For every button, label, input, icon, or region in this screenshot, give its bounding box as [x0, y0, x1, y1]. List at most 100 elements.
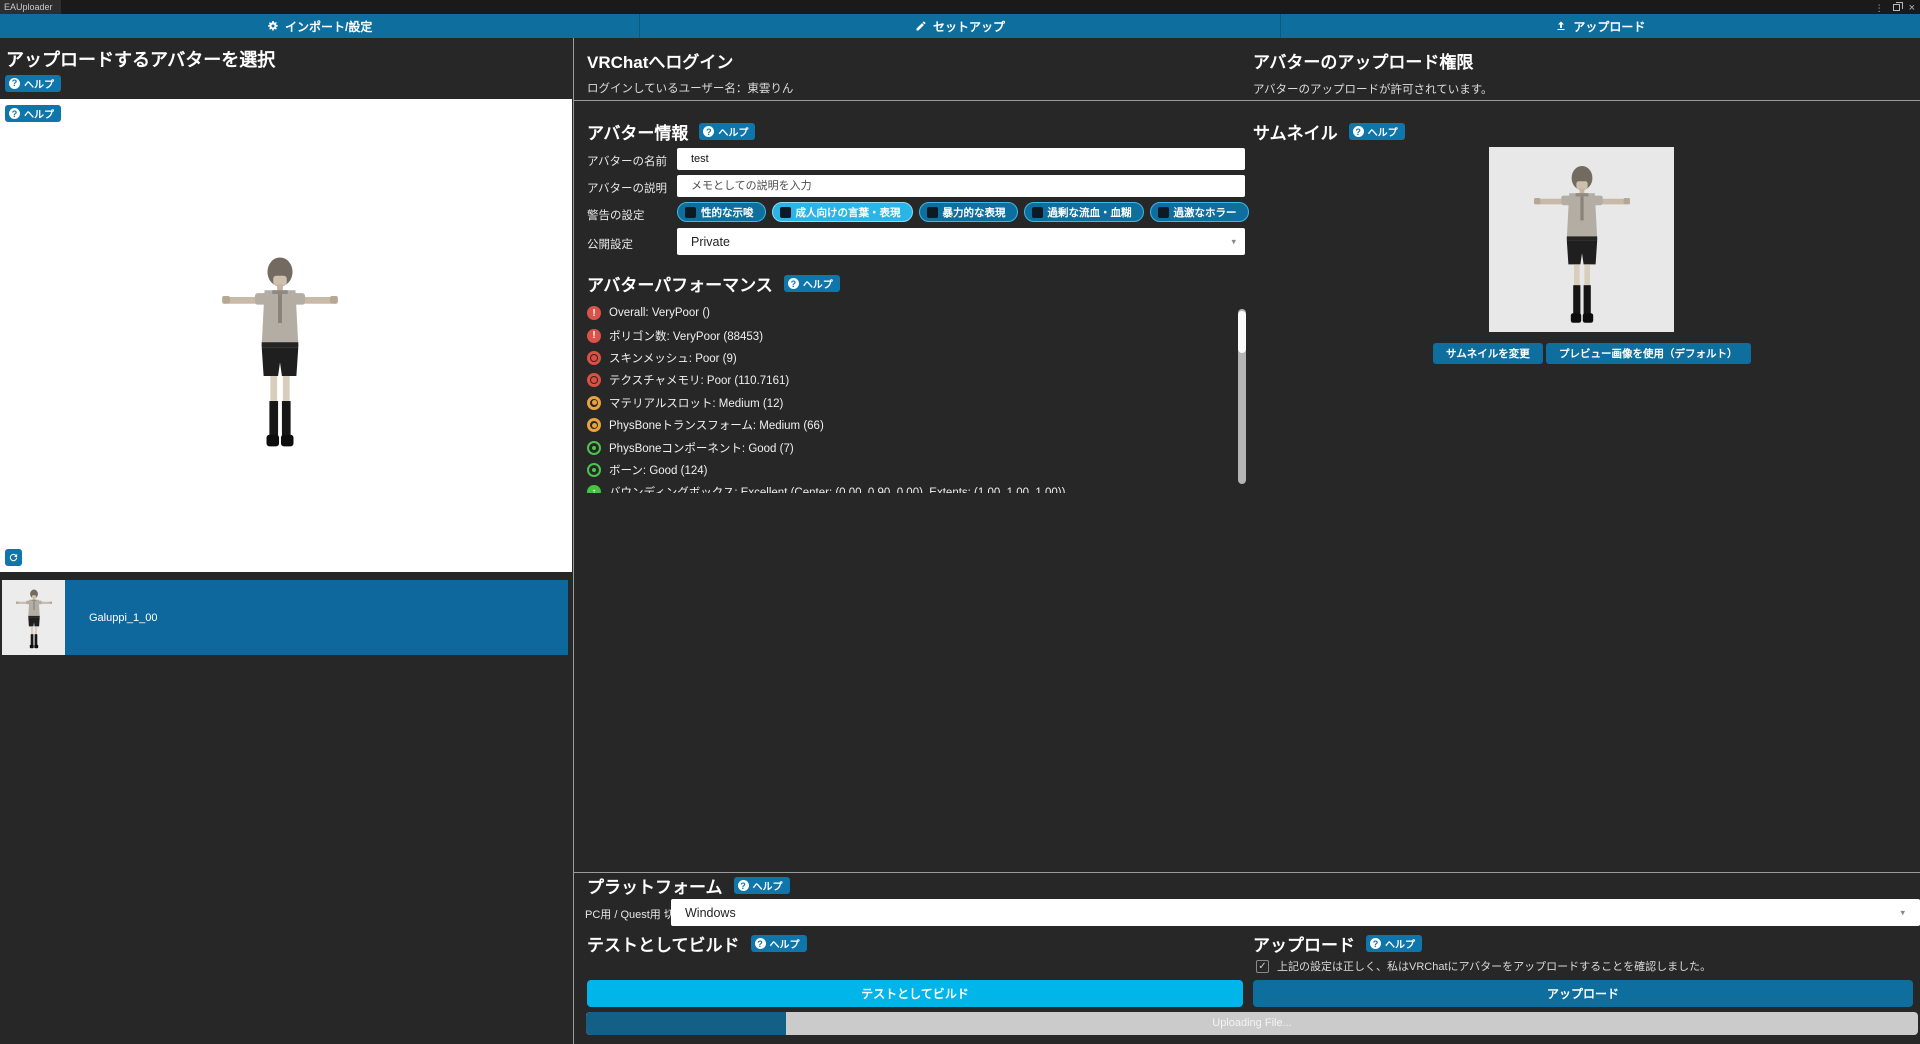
thumbnail-help-button[interactable]: ? ヘルプ: [1349, 123, 1405, 140]
tab-upload[interactable]: アップロード: [1281, 14, 1920, 38]
login-section-title: VRChatへログイン: [587, 48, 733, 73]
left-panel-title: アップロードするアバターを選択: [6, 46, 275, 72]
refresh-preview-button[interactable]: [5, 549, 22, 566]
question-icon: ?: [788, 278, 799, 289]
performance-row: テクスチャメモリ: Poor (110.7161): [587, 369, 1232, 391]
platform-select[interactable]: Windows: [671, 899, 1920, 926]
help-label: ヘルプ: [24, 106, 54, 121]
gear-icon: [267, 20, 279, 32]
performance-row: ポリゴン数: VeryPoor (88453): [587, 324, 1232, 346]
checkbox-icon: [1158, 207, 1169, 218]
avatar-info-title: アバター情報: [587, 119, 688, 144]
chevron-down-icon: [1900, 907, 1905, 918]
left-help-button[interactable]: ? ヘルプ: [5, 75, 61, 92]
upload-help-button[interactable]: ? ヘルプ: [1366, 935, 1422, 952]
platform-help-button[interactable]: ? ヘルプ: [734, 877, 790, 894]
warning-pill-violence[interactable]: 暴力的な表現: [919, 202, 1018, 222]
question-icon: ?: [738, 880, 749, 891]
rating-good-icon: [587, 441, 601, 455]
rating-excellent-icon: [587, 485, 601, 493]
warning-pill-adult-language[interactable]: 成人向けの言葉・表現: [772, 202, 913, 222]
use-preview-image-button[interactable]: プレビュー画像を使用（デフォルト）: [1546, 343, 1751, 364]
change-thumbnail-button[interactable]: サムネイルを変更: [1433, 343, 1543, 364]
avatar-list-thumbnail: [2, 580, 65, 655]
rating-poor-icon: [587, 373, 601, 387]
permission-subtitle: アバターのアップロードが許可されています。: [1253, 81, 1493, 97]
chevron-down-icon: [1231, 236, 1236, 247]
performance-row: スキンメッシュ: Poor (9): [587, 347, 1232, 369]
left-panel-divider: [573, 38, 574, 1044]
avatar-list-item[interactable]: Galuppi_1_00: [2, 580, 568, 655]
thumbnail-image: [1489, 147, 1674, 332]
platform-value: Windows: [685, 906, 736, 920]
performance-list: Overall: VeryPoor () ポリゴン数: VeryPoor (88…: [587, 302, 1232, 493]
avatar-list-item-body: Galuppi_1_00: [65, 580, 568, 655]
avatar-name-label: アバターの名前: [587, 153, 667, 169]
build-as-test-button[interactable]: テストとしてビルド: [587, 980, 1243, 1007]
warning-pill-gore[interactable]: 過剰な流血・血糊: [1024, 202, 1144, 222]
performance-section-title: アバターパフォーマンス: [587, 271, 773, 296]
warning-pill-sexual[interactable]: 性的な示唆: [677, 202, 766, 222]
question-icon: ?: [1370, 938, 1381, 949]
rating-verypoor-icon: [587, 306, 601, 320]
performance-row: ボーン: Good (124): [587, 459, 1232, 481]
warning-pill-horror[interactable]: 過激なホラー: [1150, 202, 1249, 222]
restore-icon[interactable]: [1893, 4, 1900, 11]
avatar-thumb-image: [16, 585, 52, 651]
progress-status-text: Uploading File...: [586, 1012, 1918, 1035]
build-help-button[interactable]: ? ヘルプ: [751, 935, 807, 952]
warning-settings-label: 警告の設定: [587, 207, 645, 223]
visibility-value: Private: [691, 235, 730, 249]
confirm-checkbox[interactable]: [1256, 960, 1269, 973]
visibility-select[interactable]: Private: [677, 228, 1245, 255]
window-title: EAUploader: [4, 2, 53, 12]
avatar-preview-area: ? ヘルプ: [0, 99, 572, 572]
help-label: ヘルプ: [770, 936, 800, 951]
avatar-list-item-label: Galuppi_1_00: [89, 612, 158, 624]
help-label: ヘルプ: [803, 276, 833, 291]
upload-progress-bar: Uploading File...: [586, 1012, 1918, 1035]
performance-text: ボーン: Good (124): [609, 462, 708, 478]
performance-text: スキンメッシュ: Poor (9): [609, 350, 737, 366]
upload-button[interactable]: アップロード: [1253, 980, 1913, 1007]
logged-in-user-line: ログインしているユーザー名：東雲りん: [587, 80, 793, 96]
help-label: ヘルプ: [753, 878, 783, 893]
build-section-title: テストとしてビルド: [587, 931, 740, 956]
upload-icon: [1555, 20, 1567, 32]
tab-import-settings[interactable]: インポート/設定: [0, 14, 640, 38]
avatar-thumbnail-render: [1534, 154, 1630, 330]
login-section-divider: [573, 100, 1920, 101]
performance-text: PhysBoneトランスフォーム: Medium (66): [609, 417, 824, 433]
performance-text: マテリアルスロット: Medium (12): [609, 395, 783, 411]
performance-text: テクスチャメモリ: Poor (110.7161): [609, 372, 789, 388]
tab-upload-label: アップロード: [1573, 18, 1645, 35]
pen-icon: [915, 20, 927, 32]
thumbnail-section-title: サムネイル: [1253, 119, 1338, 144]
permission-title: アバターのアップロード権限: [1253, 48, 1473, 73]
question-icon: ?: [9, 78, 20, 89]
performance-scrollbar-thumb[interactable]: [1238, 311, 1246, 353]
confirm-text: 上記の設定は正しく、私はVRChatにアバターをアップロードすることを確認しまし…: [1277, 958, 1711, 974]
tab-import-label: インポート/設定: [285, 18, 372, 35]
performance-help-button[interactable]: ? ヘルプ: [784, 275, 840, 292]
window-controls: [1875, 0, 1915, 14]
performance-text: ポリゴン数: VeryPoor (88453): [609, 328, 763, 344]
preview-help-button[interactable]: ? ヘルプ: [5, 105, 61, 122]
performance-scrollbar[interactable]: [1238, 309, 1246, 484]
window-title-tab[interactable]: EAUploader: [0, 0, 61, 14]
performance-text: PhysBoneコンポーネント: Good (7): [609, 440, 794, 456]
question-icon: ?: [9, 108, 20, 119]
upload-confirm-row: 上記の設定は正しく、私はVRChatにアバターをアップロードすることを確認しまし…: [1256, 958, 1711, 974]
avatar-desc-input[interactable]: [677, 175, 1245, 197]
help-label: ヘルプ: [718, 124, 748, 139]
avatar-desc-label: アバターの説明: [587, 180, 667, 196]
avatar-name-input[interactable]: [677, 148, 1245, 170]
performance-row: PhysBoneトランスフォーム: Medium (66): [587, 414, 1232, 436]
checkbox-icon: [780, 207, 791, 218]
help-label: ヘルプ: [1385, 936, 1415, 951]
performance-row: バウンディングボックス: Excellent (Center: (0.00, 0…: [587, 481, 1232, 493]
upload-section-title: アップロード: [1253, 931, 1355, 956]
rating-verypoor-icon: [587, 329, 601, 343]
avatar-info-help-button[interactable]: ? ヘルプ: [699, 123, 755, 140]
tab-setup[interactable]: セットアップ: [640, 14, 1280, 38]
